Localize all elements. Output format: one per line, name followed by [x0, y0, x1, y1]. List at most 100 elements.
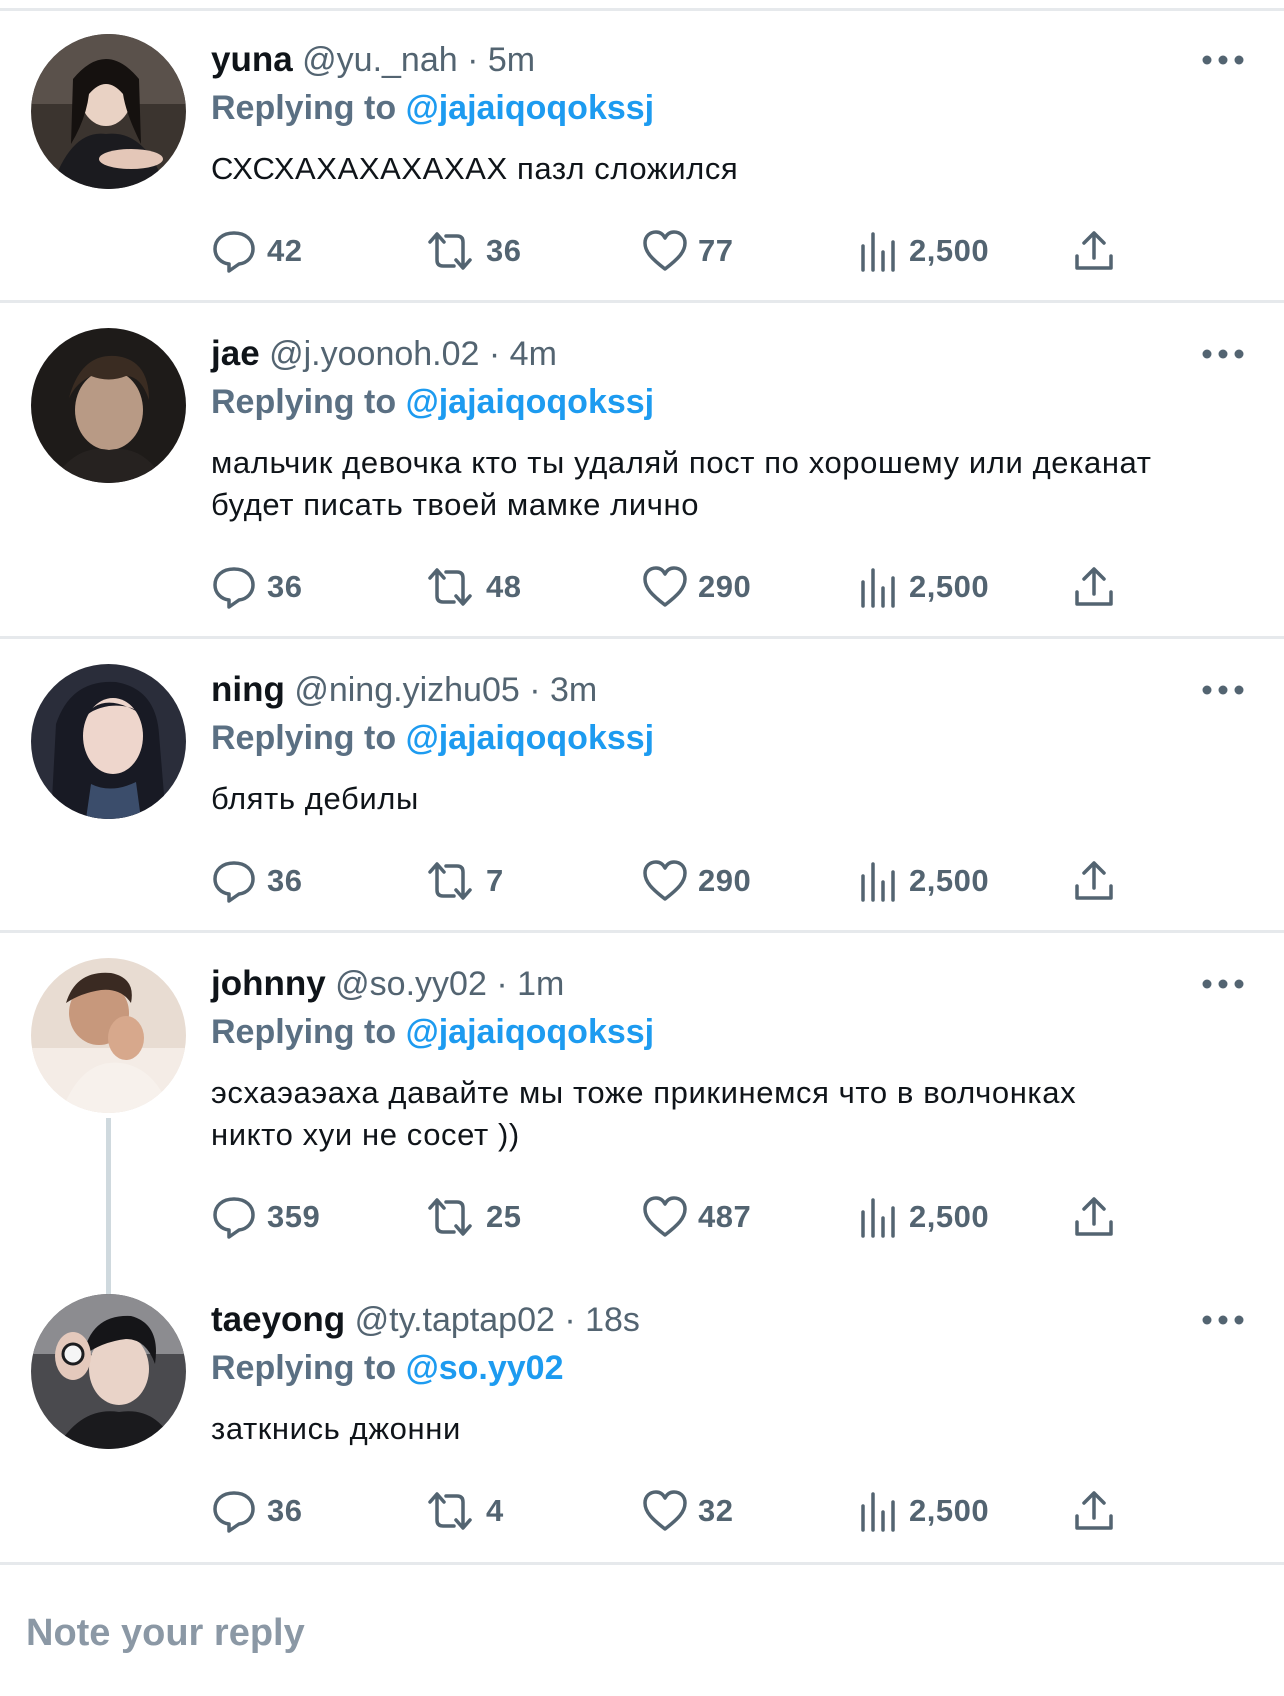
- user-handle[interactable]: @ty.taptap02: [355, 1301, 555, 1339]
- views-button[interactable]: 2,500: [859, 1192, 989, 1242]
- reply-button[interactable]: 359: [211, 1192, 320, 1242]
- tweet[interactable]: ning @ning.yizhu05 · 3m Replying to @jaj…: [0, 630, 1284, 930]
- replying-label: Replying to: [211, 383, 397, 421]
- like-count: 290: [698, 863, 752, 898]
- reply-count: 36: [267, 1493, 303, 1528]
- user-handle[interactable]: @j.yoonoh.02: [269, 335, 479, 373]
- retweet-button[interactable]: 36: [424, 226, 521, 276]
- avatar[interactable]: [31, 34, 186, 189]
- reply-count: 36: [267, 569, 303, 604]
- replying-mention[interactable]: @jajaiqoqokssj: [406, 1013, 655, 1051]
- views-button[interactable]: 2,500: [859, 226, 989, 276]
- tweet-text: СХСХАХАХАХАХАХ пазл сложился: [211, 151, 739, 186]
- display-name[interactable]: ning: [211, 670, 285, 709]
- user-handle[interactable]: @ning.yizhu05: [294, 671, 519, 709]
- display-name[interactable]: johnny: [211, 964, 326, 1003]
- like-button[interactable]: 290: [642, 562, 751, 612]
- share-button[interactable]: [1073, 1192, 1115, 1242]
- tweet-header: jae @j.yoonoh.02 · 4m: [211, 334, 557, 374]
- display-name[interactable]: jae: [211, 334, 260, 373]
- more-options-button[interactable]: [1198, 680, 1248, 700]
- reply-button[interactable]: 36: [211, 562, 302, 612]
- retweet-button[interactable]: 4: [424, 1486, 504, 1536]
- tweet-header: taeyong @ty.taptap02 · 18s: [211, 1300, 640, 1340]
- replying-to: Replying to @jajaiqoqokssj: [211, 382, 654, 422]
- user-handle[interactable]: @so.yy02: [335, 965, 487, 1003]
- retweet-button[interactable]: 7: [424, 856, 504, 906]
- retweet-button[interactable]: 48: [424, 562, 521, 612]
- replying-label: Replying to: [211, 1349, 397, 1387]
- reply-icon: [213, 861, 255, 903]
- views-icon: [861, 1492, 895, 1532]
- more-options-button[interactable]: [1198, 344, 1248, 364]
- replying-label: Replying to: [211, 89, 397, 127]
- heart-icon: [643, 566, 687, 607]
- share-icon: [1075, 1491, 1113, 1530]
- views-icon: [861, 862, 895, 902]
- views-button[interactable]: 2,500: [859, 856, 989, 906]
- reply-count: 36: [267, 863, 303, 898]
- retweet-icon: [428, 1492, 472, 1530]
- retweet-icon: [428, 232, 472, 270]
- timestamp[interactable]: · 18s: [564, 1301, 640, 1339]
- retweet-count: 36: [486, 233, 522, 268]
- tweet[interactable]: johnny @so.yy02 · 1m Replying to @jajaiq…: [0, 924, 1284, 1260]
- avatar[interactable]: [31, 328, 186, 483]
- like-button[interactable]: 290: [642, 856, 751, 906]
- reply-button[interactable]: 36: [211, 856, 302, 906]
- display-name[interactable]: yuna: [211, 40, 293, 79]
- replying-mention[interactable]: @jajaiqoqokssj: [406, 89, 655, 127]
- views-icon: [861, 232, 895, 272]
- avatar[interactable]: [31, 958, 186, 1113]
- share-button[interactable]: [1073, 856, 1115, 906]
- reply-compose-input[interactable]: Note your reply: [26, 1612, 305, 1655]
- user-handle[interactable]: @yu._nah: [302, 41, 458, 79]
- share-button[interactable]: [1073, 226, 1115, 276]
- more-icon: [1202, 1315, 1244, 1325]
- retweet-count: 25: [486, 1199, 522, 1234]
- views-count: 2,500: [909, 1199, 990, 1234]
- retweet-button[interactable]: 25: [424, 1192, 521, 1242]
- replying-mention[interactable]: @so.yy02: [406, 1349, 564, 1387]
- tweet[interactable]: taeyong @ty.taptap02 · 18s Replying to @…: [0, 1260, 1284, 1564]
- share-icon: [1075, 861, 1113, 900]
- like-button[interactable]: 77: [642, 226, 733, 276]
- tweet[interactable]: jae @j.yoonoh.02 · 4m Replying to @jajai…: [0, 294, 1284, 636]
- more-options-button[interactable]: [1198, 1310, 1248, 1330]
- views-count: 2,500: [909, 233, 990, 268]
- like-button[interactable]: 487: [642, 1192, 751, 1242]
- retweet-count: 48: [486, 569, 522, 604]
- more-icon: [1202, 349, 1244, 359]
- reply-button[interactable]: 42: [211, 226, 302, 276]
- share-button[interactable]: [1073, 1486, 1115, 1536]
- views-count: 2,500: [909, 863, 990, 898]
- reply-icon: [213, 1197, 255, 1239]
- avatar[interactable]: [31, 664, 186, 819]
- timestamp[interactable]: · 3m: [529, 671, 597, 709]
- timestamp[interactable]: · 1m: [496, 965, 564, 1003]
- heart-icon: [643, 1196, 687, 1237]
- timestamp[interactable]: · 4m: [489, 335, 557, 373]
- replying-mention[interactable]: @jajaiqoqokssj: [406, 719, 655, 757]
- views-button[interactable]: 2,500: [859, 562, 989, 612]
- avatar[interactable]: [31, 1294, 186, 1449]
- views-icon: [861, 568, 895, 608]
- reply-button[interactable]: 36: [211, 1486, 302, 1536]
- views-count: 2,500: [909, 569, 990, 604]
- display-name[interactable]: taeyong: [211, 1300, 345, 1339]
- action-bar: 359 25 487 2,500: [211, 1192, 1131, 1242]
- retweet-icon: [428, 568, 472, 606]
- tweet[interactable]: yuna @yu._nah · 5m Replying to @jajaiqoq…: [0, 0, 1284, 300]
- like-button[interactable]: 32: [642, 1486, 733, 1536]
- share-button[interactable]: [1073, 562, 1115, 612]
- replying-mention[interactable]: @jajaiqoqokssj: [406, 383, 655, 421]
- timestamp[interactable]: · 5m: [467, 41, 535, 79]
- more-options-button[interactable]: [1198, 974, 1248, 994]
- reply-feed: yuna @yu._nah · 5m Replying to @jajaiqoq…: [0, 0, 1284, 1696]
- action-bar: 36 48 290 2,500: [211, 562, 1131, 612]
- views-button[interactable]: 2,500: [859, 1486, 989, 1536]
- reply-icon: [213, 567, 255, 609]
- reply-icon: [213, 231, 255, 273]
- like-count: 77: [698, 233, 734, 268]
- more-options-button[interactable]: [1198, 50, 1248, 70]
